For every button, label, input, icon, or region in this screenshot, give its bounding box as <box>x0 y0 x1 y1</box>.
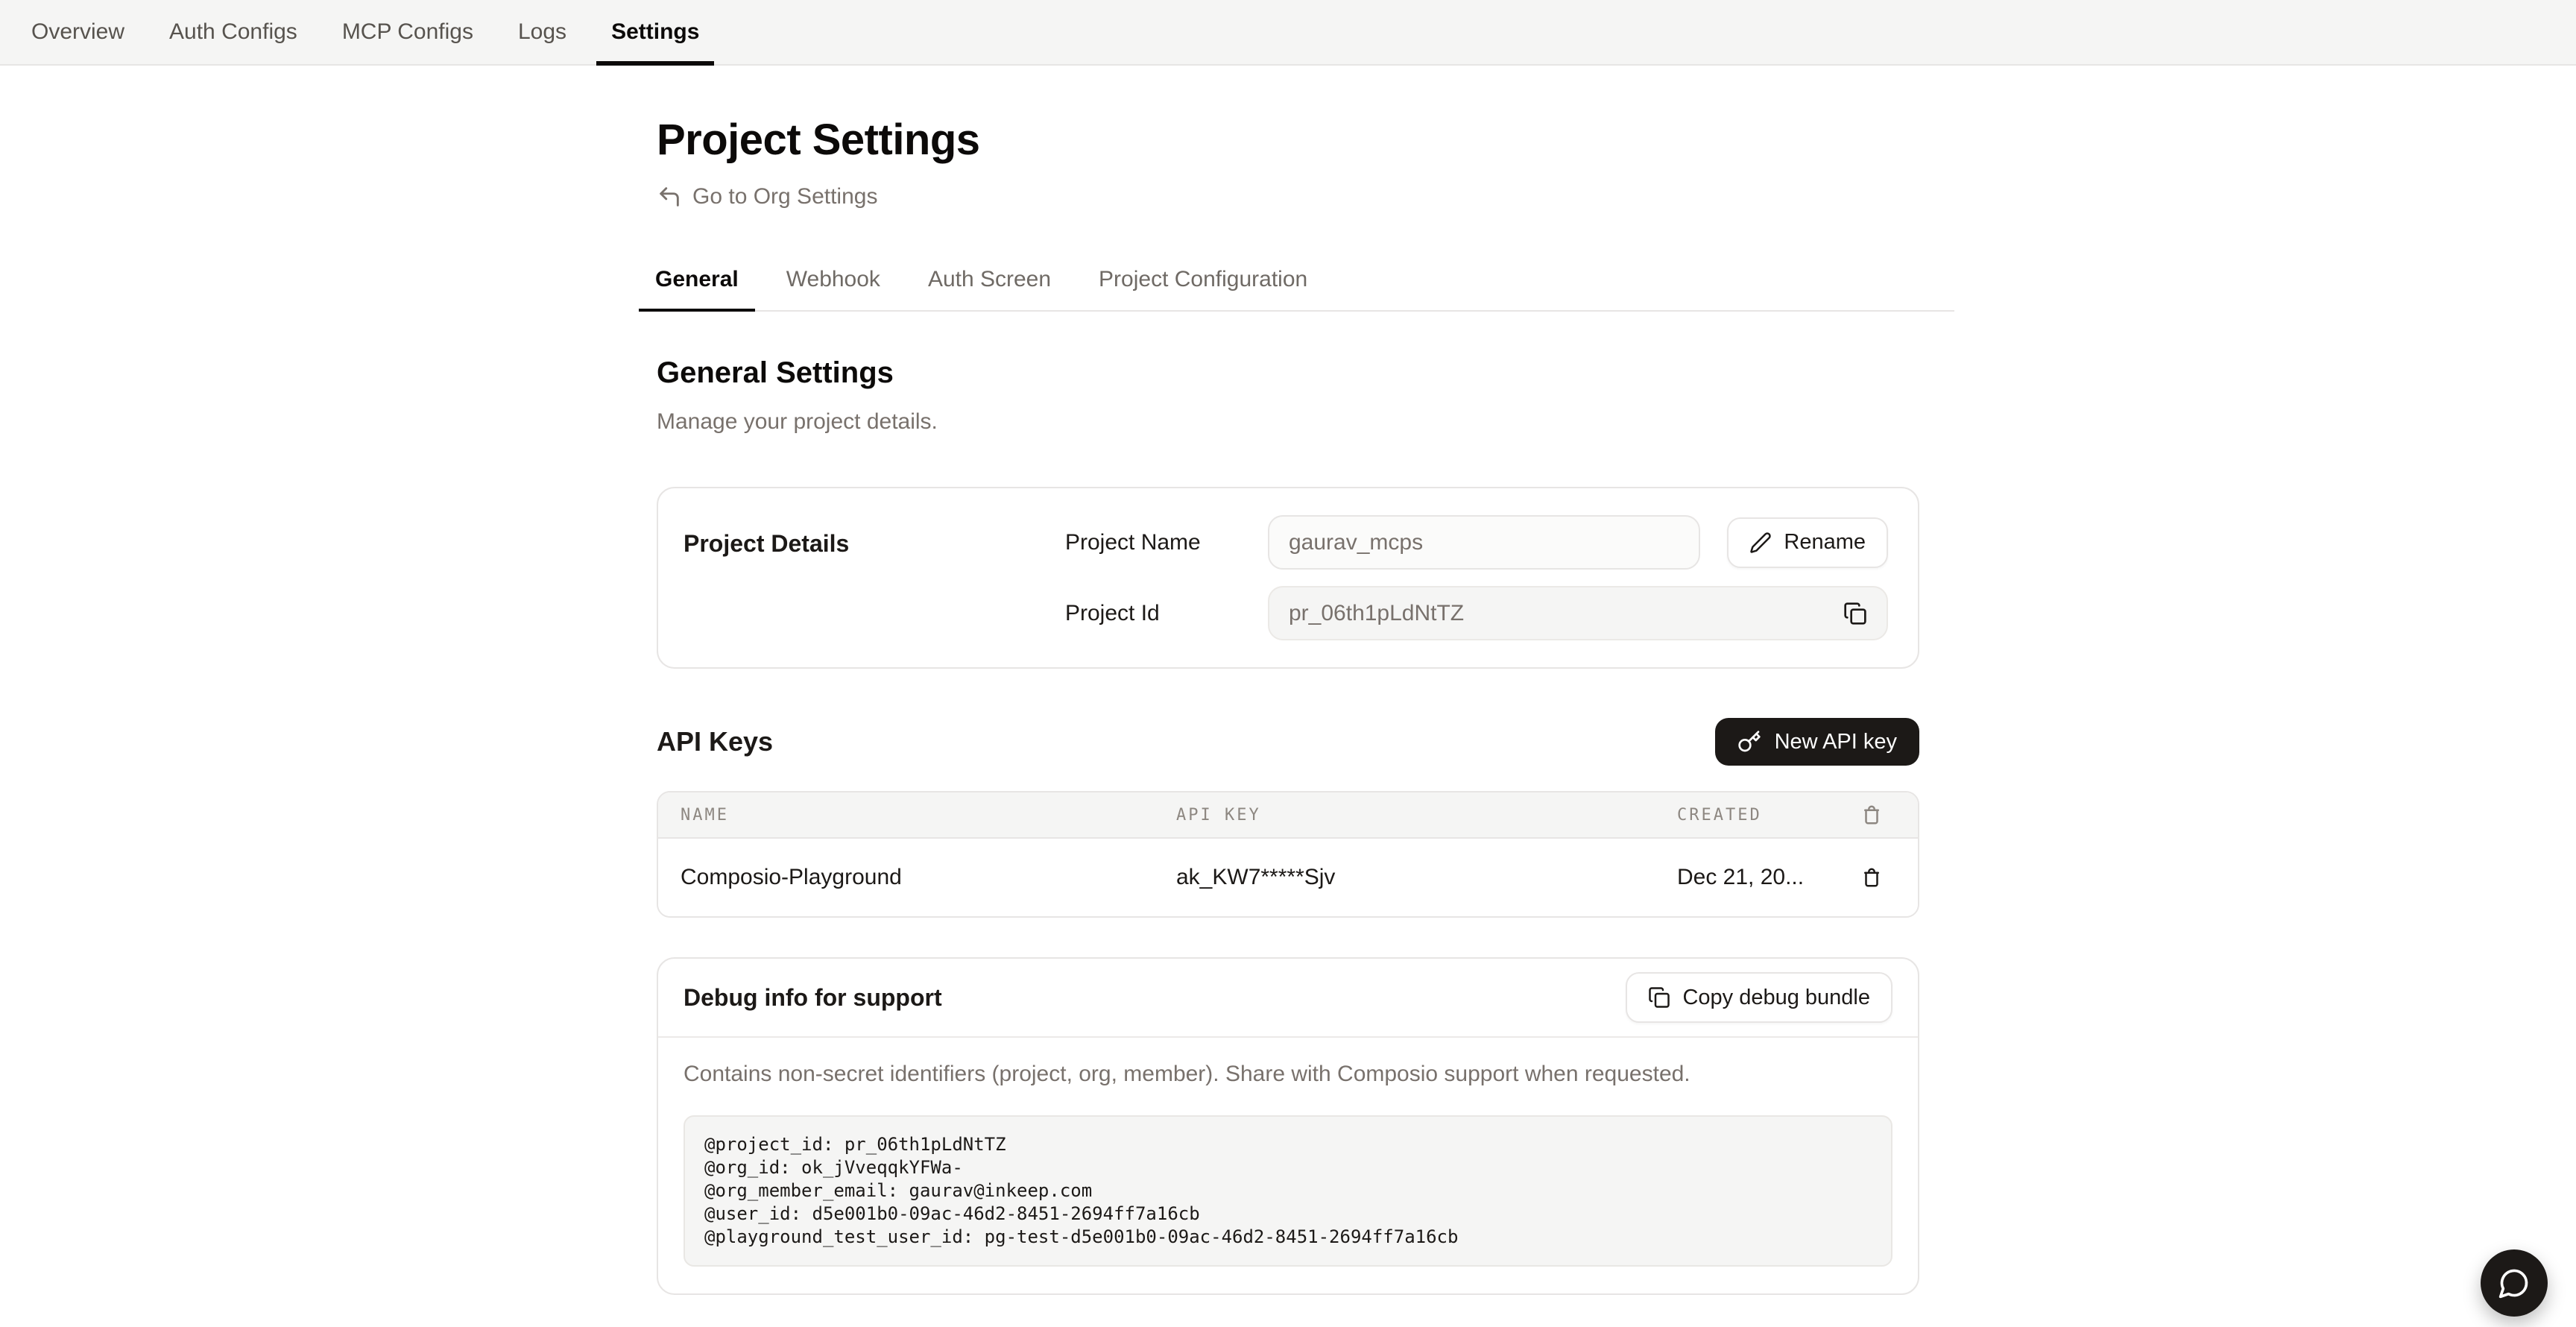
project-name-row: Project Name gaurav_mcps Rename <box>1065 515 1888 570</box>
code-line: @org_id: ok_jVveqqkYFWa- <box>704 1156 1872 1179</box>
main-content: Project Settings Go to Org Settings Gene… <box>657 115 1919 1327</box>
project-id-label: Project Id <box>1065 601 1268 626</box>
copy-project-id-button[interactable] <box>1843 602 1867 625</box>
settings-tabs: General Webhook Auth Screen Project Conf… <box>639 267 1954 312</box>
delete-api-key-button[interactable] <box>1860 866 1883 889</box>
api-keys-header: API Keys New API key <box>657 718 1919 766</box>
rename-button-label: Rename <box>1784 530 1866 555</box>
copy-icon <box>1648 986 1670 1009</box>
nav-item-overview[interactable]: Overview <box>16 0 139 64</box>
api-key-table-row: Composio-Playground ak_KW7*****Sjv Dec 2… <box>658 839 1918 916</box>
nav-item-settings[interactable]: Settings <box>596 0 714 64</box>
tab-general[interactable]: General <box>639 267 755 312</box>
debug-card-body: Contains non-secret identifiers (project… <box>658 1038 1918 1293</box>
project-details-fields: Project Name gaurav_mcps Rename Project … <box>1065 515 1888 640</box>
rename-button[interactable]: Rename <box>1727 517 1888 568</box>
project-id-value: pr_06th1pLdNtTZ <box>1289 601 1464 626</box>
project-details-title: Project Details <box>684 515 1065 640</box>
pencil-icon <box>1749 532 1772 554</box>
code-line: @playground_test_user_id: pg-test-d5e001… <box>704 1226 1872 1249</box>
trash-icon <box>1860 804 1883 826</box>
copy-debug-bundle-label: Copy debug bundle <box>1682 986 1870 1010</box>
project-name-label: Project Name <box>1065 530 1268 555</box>
org-settings-link-label: Go to Org Settings <box>692 184 877 209</box>
message-circle-icon <box>2498 1267 2531 1299</box>
new-api-key-button-label: New API key <box>1775 730 1897 754</box>
project-name-value: gaurav_mcps <box>1289 530 1423 555</box>
col-header-name: NAME <box>681 806 1176 825</box>
general-settings-subtitle: Manage your project details. <box>657 409 1919 435</box>
corner-up-left-icon <box>657 184 682 209</box>
copy-icon <box>1843 602 1867 625</box>
col-header-created: CREATED <box>1677 806 1848 825</box>
nav-item-auth-configs[interactable]: Auth Configs <box>154 0 312 64</box>
project-id-row: Project Id pr_06th1pLdNtTZ <box>1065 586 1888 640</box>
tab-auth-screen[interactable]: Auth Screen <box>912 267 1067 312</box>
code-line: @project_id: pr_06th1pLdNtTZ <box>704 1133 1872 1156</box>
org-settings-link[interactable]: Go to Org Settings <box>657 184 877 209</box>
trash-icon <box>1860 866 1883 889</box>
api-keys-title: API Keys <box>657 726 773 757</box>
col-header-api-key: API KEY <box>1176 806 1677 825</box>
debug-code-block: @project_id: pr_06th1pLdNtTZ@org_id: ok_… <box>684 1115 1892 1267</box>
api-key-created: Dec 21, 20... <box>1677 865 1848 890</box>
tab-project-configuration[interactable]: Project Configuration <box>1082 267 1324 312</box>
chat-button[interactable] <box>2481 1249 2548 1317</box>
tab-webhook[interactable]: Webhook <box>770 267 897 312</box>
debug-description: Contains non-secret identifiers (project… <box>684 1062 1892 1087</box>
project-details-card: Project Details Project Name gaurav_mcps… <box>657 487 1919 669</box>
general-settings-title: General Settings <box>657 356 1919 390</box>
code-line: @user_id: d5e001b0-09ac-46d2-8451-2694ff… <box>704 1203 1872 1226</box>
nav-item-mcp-configs[interactable]: MCP Configs <box>327 0 488 64</box>
copy-debug-bundle-button[interactable]: Copy debug bundle <box>1626 972 1892 1023</box>
key-icon <box>1737 730 1761 754</box>
nav-item-logs[interactable]: Logs <box>503 0 581 64</box>
page-title: Project Settings <box>657 115 1919 165</box>
col-header-delete <box>1848 804 1895 826</box>
project-name-input[interactable]: gaurav_mcps <box>1268 515 1700 570</box>
api-key-name: Composio-Playground <box>681 865 1176 890</box>
new-api-key-button[interactable]: New API key <box>1715 718 1919 766</box>
api-keys-table: NAME API KEY CREATED Composio-Playground… <box>657 791 1919 918</box>
code-line: @org_member_email: gaurav@inkeep.com <box>704 1179 1872 1203</box>
debug-card-header: Debug info for support Copy debug bundle <box>658 959 1918 1038</box>
top-nav: Overview Auth Configs MCP Configs Logs S… <box>0 0 2576 66</box>
debug-card-title: Debug info for support <box>684 984 942 1012</box>
api-keys-table-header: NAME API KEY CREATED <box>658 792 1918 839</box>
project-id-field: pr_06th1pLdNtTZ <box>1268 586 1888 640</box>
api-key-masked-value: ak_KW7*****Sjv <box>1176 865 1677 890</box>
debug-card: Debug info for support Copy debug bundle… <box>657 957 1919 1295</box>
